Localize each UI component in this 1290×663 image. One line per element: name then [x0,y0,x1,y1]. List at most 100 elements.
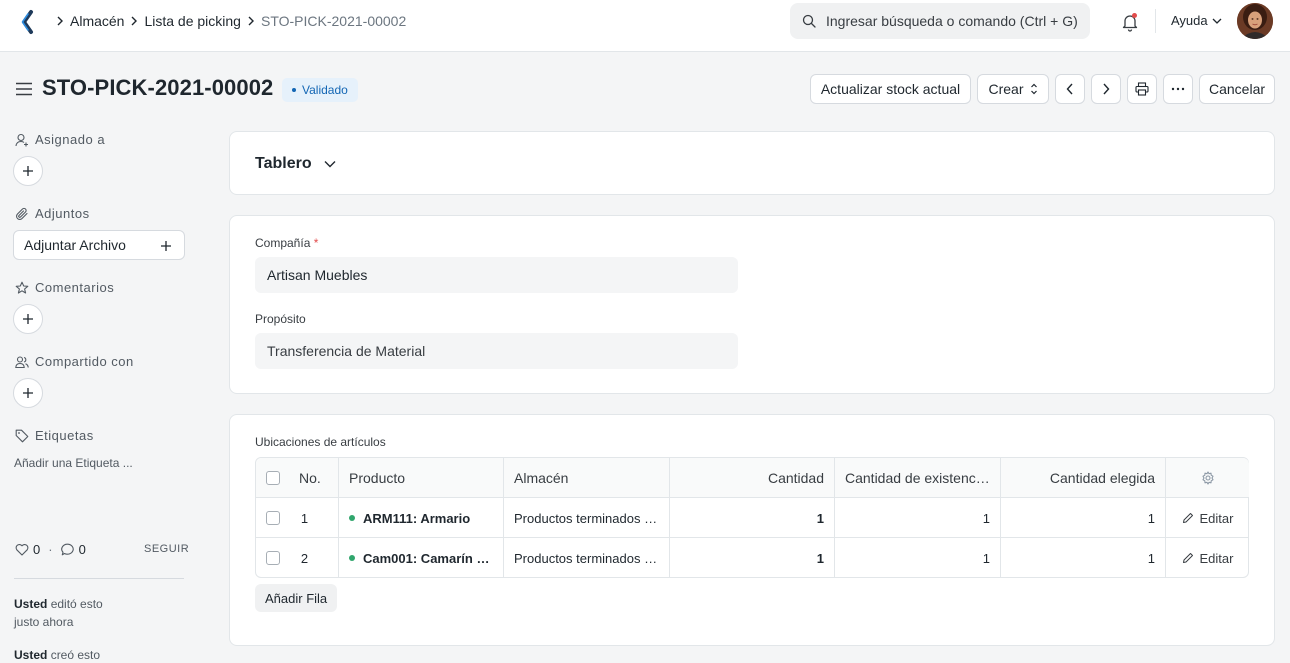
plus-icon [23,314,33,324]
edit-row-button[interactable]: Editar [1182,510,1234,526]
assigned-to-label: Asignado a [35,132,106,147]
assigned-to-section: Asignado a [15,132,105,147]
attach-file-button[interactable]: Adjuntar Archivo [13,230,185,260]
search-input[interactable]: Ingresar búsqueda o comando (Ctrl + G) [790,3,1090,39]
tags-label: Etiquetas [35,428,94,443]
column-settings-cell [1166,458,1249,498]
add-tag-link[interactable]: Añadir una Etiqueta ... [14,456,133,470]
notification-dot [1132,13,1137,18]
user-avatar[interactable] [1237,3,1273,39]
next-document-button[interactable] [1091,74,1121,104]
plus-icon [161,241,171,251]
status-dot-icon [349,515,355,521]
activity-edited: Usted editó esto justo ahora [14,595,103,631]
row-picked-qty[interactable]: 1 [1001,498,1166,538]
column-header-warehouse: Almacén [504,458,670,498]
row-warehouse[interactable]: Productos terminados -... [504,538,670,578]
more-actions-button[interactable] [1163,74,1193,104]
required-asterisk: * [313,236,319,250]
previous-document-button[interactable] [1055,74,1085,104]
chevron-right-icon [241,16,261,26]
heart-icon[interactable] [15,543,29,556]
row-number: 1 [289,498,339,538]
navbar-divider [1155,9,1156,33]
breadcrumb-almacen[interactable]: Almacén [70,13,124,29]
chevron-right-icon [124,16,144,26]
dashboard-toggle[interactable]: Tablero [255,155,336,173]
activity-time: justo ahora [14,615,74,629]
navbar: Almacén Lista de picking STO-PICK-2021-0… [0,0,1290,52]
row-select-cell [256,538,289,578]
attach-file-label: Adjuntar Archivo [24,237,126,253]
pencil-icon [1182,553,1193,563]
shared-with-section: Compartido con [15,354,134,369]
select-all-cell [256,458,289,498]
details-card: Compañía * Artisan Muebles Propósito Tra… [229,215,1275,394]
breadcrumb-picking-list[interactable]: Lista de picking [144,13,241,29]
comments-count: 0 [78,542,86,557]
row-stock-qty[interactable]: 1 [835,538,1001,578]
update-stock-button[interactable]: Actualizar stock actual [810,74,971,104]
purpose-field[interactable]: Transferencia de Material [255,333,738,369]
printer-icon [1135,82,1149,96]
row-qty[interactable]: 1 [670,538,835,578]
paperclip-icon [16,207,28,220]
company-label: Compañía * [255,236,318,250]
attachments-label: Adjuntos [35,206,90,221]
add-assignee-button[interactable] [13,156,43,186]
search-icon [802,14,816,28]
row-checkbox[interactable] [265,551,280,565]
tags-section: Etiquetas [15,428,94,443]
app-logo-icon[interactable] [16,8,40,36]
pencil-icon [1182,513,1193,523]
row-qty[interactable]: 1 [670,498,835,538]
user-icon [15,133,28,146]
row-warehouse[interactable]: Productos terminados -... [504,498,670,538]
gear-icon[interactable] [1201,471,1215,485]
notifications-bell-icon[interactable] [1120,12,1140,32]
print-button[interactable] [1127,74,1157,104]
status-dot-icon [349,555,355,561]
likes-comments-stats: 0 · 0 [15,542,86,557]
row-checkbox[interactable] [265,511,280,525]
sidebar-toggle-icon[interactable] [16,82,32,96]
add-share-button[interactable] [13,378,43,408]
ellipsis-icon [1171,87,1185,91]
dashboard-card: Tablero [229,131,1275,195]
status-badge: Validado [282,78,358,102]
row-product[interactable]: ARM111: Armario [339,498,504,538]
breadcrumb-current[interactable]: STO-PICK-2021-00002 [261,13,406,29]
company-field[interactable]: Artisan Muebles [255,257,738,293]
product-name: ARM111: Armario [363,510,471,526]
create-label: Crear [988,81,1024,97]
row-picked-qty[interactable]: 1 [1001,538,1166,578]
edit-row-button[interactable]: Editar [1182,551,1233,566]
cancel-button[interactable]: Cancelar [1199,74,1275,104]
row-edit-cell: Editar [1166,498,1249,538]
add-comment-button[interactable] [13,304,43,334]
activity-user: Usted [14,597,48,611]
status-dot-icon [292,88,296,92]
form-sidebar: Asignado a Adjuntos Adjuntar Archivo Com… [0,128,200,663]
select-all-checkbox[interactable] [265,471,280,485]
warehouse-name: Productos terminados -... [514,550,659,566]
locations-label: Ubicaciones de artículos [255,435,386,449]
activity-user: Usted [14,648,48,662]
row-stock-qty[interactable]: 1 [835,498,1001,538]
column-header-no: No. [289,458,339,498]
follow-button[interactable]: SEGUIR [144,543,189,555]
comment-icon[interactable] [60,543,75,556]
help-dropdown[interactable]: Ayuda [1171,13,1222,28]
star-icon [15,281,29,294]
row-product[interactable]: Cam001: Camarín con [339,538,504,578]
activity-action: creó esto [50,648,101,662]
edit-label: Editar [1199,510,1234,526]
row-number: 2 [289,538,339,578]
add-row-button[interactable]: Añadir Fila [255,584,338,612]
plus-icon [23,166,33,176]
create-button[interactable]: Crear [977,74,1049,104]
chevron-down-icon [1212,18,1222,24]
shared-with-label: Compartido con [35,354,134,369]
locations-table: No. Producto Almacén Cantidad Cantidad d… [255,457,1249,578]
purpose-label: Propósito [255,312,306,326]
